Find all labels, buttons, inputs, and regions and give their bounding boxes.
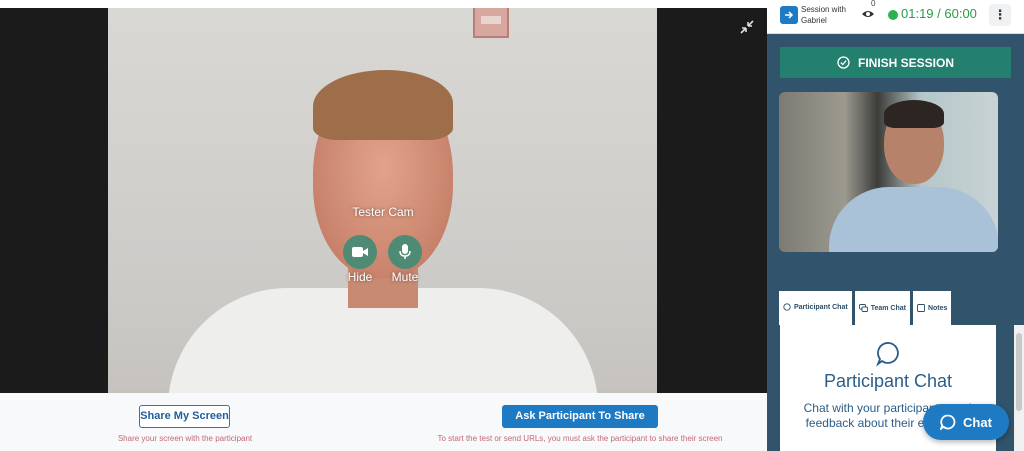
check-circle-icon (837, 56, 850, 69)
participant-video (779, 92, 998, 252)
chat-launcher-button[interactable]: Chat (923, 404, 1009, 440)
video-stage: Tester Cam Hide Mute (0, 8, 767, 393)
session-sidebar: Session with Gabriel 0 01:19 / 60:00 ⋮ F… (767, 0, 1024, 451)
video-camera-icon (352, 247, 368, 257)
chat-launcher-label: Chat (963, 414, 992, 430)
hide-camera-button[interactable] (343, 235, 377, 269)
eye-icon (862, 11, 874, 17)
tab-notes[interactable]: Notes (912, 291, 952, 325)
tab-notes-label: Notes (927, 304, 948, 312)
ask-participant-share-button[interactable]: Ask Participant To Share Screen (502, 405, 658, 445)
session-timer: 01:19 / 60:00 (901, 6, 977, 21)
arrow-right-icon (785, 11, 794, 19)
tab-team-chat[interactable]: Team Chat (854, 291, 910, 325)
tester-cam-label: Tester Cam (352, 205, 414, 219)
tab-team-chat-label: Team Chat (870, 304, 906, 312)
tester-video (108, 8, 657, 393)
sidebar-tabs: Participant Chat Team Chat Notes (779, 291, 952, 325)
finish-session-label: FINISH SESSION (857, 55, 955, 70)
video-person-hair (313, 70, 453, 140)
ask-participant-share-hint: To start the test or send URLs, you must… (437, 434, 723, 443)
sidebar-scrollbar[interactable] (1014, 325, 1024, 451)
exit-session-button[interactable] (780, 6, 798, 24)
notes-icon (917, 304, 925, 312)
viewer-count: 0 (871, 0, 876, 8)
tab-participant-chat-label: Participant Chat (794, 303, 848, 311)
finish-session-button[interactable]: FINISH SESSION (780, 47, 1011, 78)
chat-bubble-icon (783, 303, 791, 311)
mute-microphone-button[interactable] (388, 235, 422, 269)
chat-panel-title: Participant Chat (823, 371, 953, 391)
more-vertical-icon: ⋮ (993, 7, 1007, 22)
chat-bubble-icon (940, 414, 956, 430)
pip-person-hair (884, 100, 944, 128)
microphone-icon (399, 244, 411, 259)
session-topbar: Session with Gabriel 0 01:19 / 60:00 ⋮ (767, 0, 1024, 34)
tab-participant-chat[interactable]: Participant Chat (779, 291, 852, 325)
team-chat-icon (858, 304, 868, 312)
app-root: Tester Cam Hide Mute Share My Screen Sha… (0, 0, 1024, 451)
recording-status-dot (888, 10, 898, 20)
screen-share-bar: Share My Screen Share your screen with t… (0, 393, 767, 451)
share-my-screen-hint: Share your screen with the participant (117, 434, 253, 443)
scrollbar-thumb[interactable] (1016, 333, 1022, 411)
more-options-button[interactable]: ⋮ (989, 4, 1011, 26)
session-with-label: Session with Gabriel (801, 5, 846, 25)
pip-person-body (829, 187, 998, 252)
collapse-icon[interactable] (739, 19, 755, 35)
mute-label: Mute (391, 270, 419, 284)
chat-bubble-icon (876, 342, 899, 367)
hide-label: Hide (347, 270, 373, 284)
share-my-screen-button[interactable]: Share My Screen (139, 405, 230, 428)
wall-fixture (473, 8, 509, 38)
